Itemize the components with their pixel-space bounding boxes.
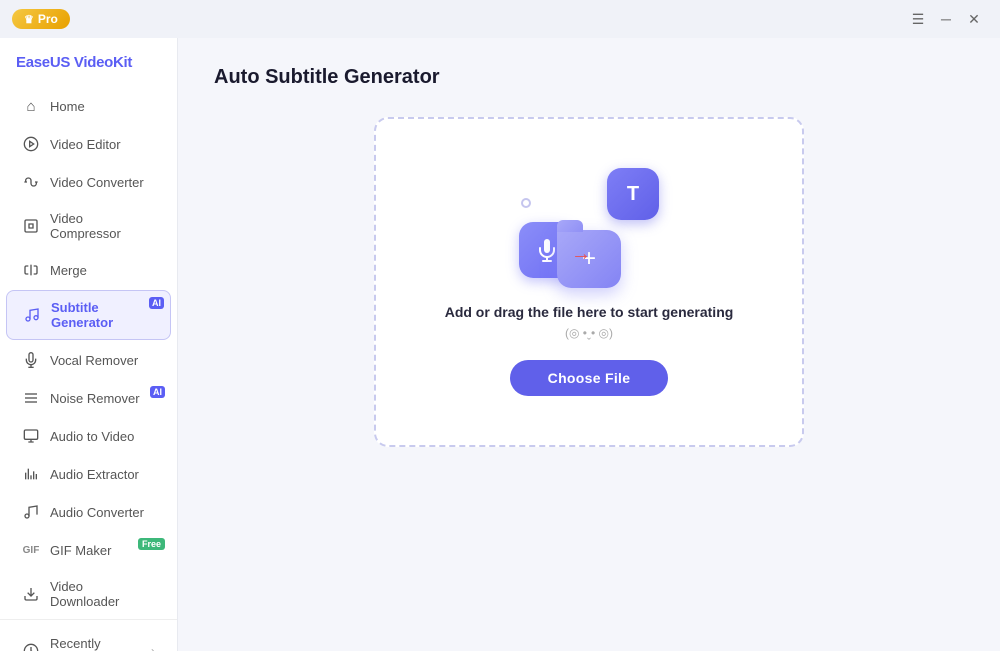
close-icon: ✕	[968, 11, 980, 28]
chevron-right-icon: ›	[151, 644, 155, 651]
sidebar: EaseUS VideoKit ⌂ Home Video Editor Vide…	[0, 38, 178, 651]
sidebar-item-label: Video Editor	[50, 137, 121, 152]
choose-file-button[interactable]: Choose File	[510, 360, 669, 396]
sidebar-item-label: Audio Extractor	[50, 467, 139, 482]
sidebar-item-subtitle-generator[interactable]: Subtitle Generator AI	[6, 290, 171, 340]
sidebar-item-vocal-remover[interactable]: Vocal Remover	[6, 342, 171, 378]
illustration: ⤢ → T	[519, 168, 659, 288]
audio-to-video-icon	[22, 427, 40, 445]
sidebar-item-label: Video Compressor	[50, 211, 155, 241]
noise-remover-icon	[22, 389, 40, 407]
app-body: EaseUS VideoKit ⌂ Home Video Editor Vide…	[0, 38, 1000, 651]
menu-icon: ☰	[912, 11, 925, 28]
menu-button[interactable]: ☰	[904, 5, 932, 33]
sidebar-item-label: Home	[50, 99, 85, 114]
video-compressor-icon	[22, 217, 40, 235]
sidebar-item-video-editor[interactable]: Video Editor	[6, 126, 171, 162]
pro-badge[interactable]: Pro	[12, 9, 70, 29]
sidebar-item-label: Audio Converter	[50, 505, 144, 520]
pro-label: Pro	[38, 12, 58, 26]
merge-icon	[22, 261, 40, 279]
video-editor-icon	[22, 135, 40, 153]
page-title: Auto Subtitle Generator	[214, 66, 964, 89]
free-badge: Free	[138, 538, 165, 550]
sidebar-item-gif-maker[interactable]: GIF GIF Maker Free	[6, 532, 171, 568]
sidebar-bottom: Recently Edited ›	[0, 619, 177, 651]
ai-badge-noise: AI	[150, 386, 165, 398]
subtitle-icon	[23, 306, 41, 324]
sidebar-item-video-converter[interactable]: Video Converter	[6, 164, 171, 200]
video-converter-icon	[22, 173, 40, 191]
ai-badge: AI	[149, 297, 164, 309]
sidebar-item-merge[interactable]: Merge	[6, 252, 171, 288]
main-content: Auto Subtitle Generator ⤢	[178, 38, 1000, 651]
clock-icon	[22, 642, 40, 651]
sidebar-item-home[interactable]: ⌂ Home	[6, 88, 171, 124]
app-logo: EaseUS VideoKit	[0, 46, 177, 87]
decoration-circle	[521, 198, 531, 208]
sidebar-item-label: Noise Remover	[50, 391, 140, 406]
upload-area[interactable]: ⤢ → T	[374, 117, 804, 447]
sidebar-item-audio-to-video[interactable]: Audio to Video	[6, 418, 171, 454]
sidebar-item-audio-converter[interactable]: Audio Converter	[6, 494, 171, 530]
download-icon	[22, 585, 40, 603]
audio-converter-icon	[22, 503, 40, 521]
upload-text: Add or drag the file here to start gener…	[445, 304, 734, 320]
sidebar-item-label: Video Downloader	[50, 579, 155, 609]
arrow-icon: →	[571, 243, 591, 266]
sidebar-item-label: GIF Maker	[50, 543, 111, 558]
sidebar-item-video-compressor[interactable]: Video Compressor	[6, 202, 171, 250]
close-button[interactable]: ✕	[960, 5, 988, 33]
t-card: T	[607, 168, 659, 220]
sidebar-item-noise-remover[interactable]: Noise Remover AI	[6, 380, 171, 416]
sidebar-item-label: Subtitle Generator	[51, 300, 154, 330]
sidebar-item-video-downloader[interactable]: Video Downloader	[6, 570, 171, 618]
text-icon: T	[627, 183, 639, 206]
home-icon: ⌂	[22, 97, 40, 115]
upload-hint: (◎ •ˬ• ◎)	[565, 326, 613, 340]
gif-icon: GIF	[22, 541, 40, 559]
minimize-icon: ─	[941, 11, 951, 27]
sidebar-item-recently-edited[interactable]: Recently Edited ›	[6, 627, 171, 651]
sidebar-item-label: Audio to Video	[50, 429, 134, 444]
minimize-button[interactable]: ─	[932, 5, 960, 33]
audio-extractor-icon	[22, 465, 40, 483]
sidebar-item-audio-extractor[interactable]: Audio Extractor	[6, 456, 171, 492]
sidebar-item-label: Merge	[50, 263, 87, 278]
titlebar: Pro ☰ ─ ✕	[0, 0, 1000, 38]
sidebar-item-label: Vocal Remover	[50, 353, 138, 368]
sidebar-item-label: Video Converter	[50, 175, 144, 190]
sidebar-item-label: Recently Edited	[50, 636, 141, 651]
vocal-remover-icon	[22, 351, 40, 369]
